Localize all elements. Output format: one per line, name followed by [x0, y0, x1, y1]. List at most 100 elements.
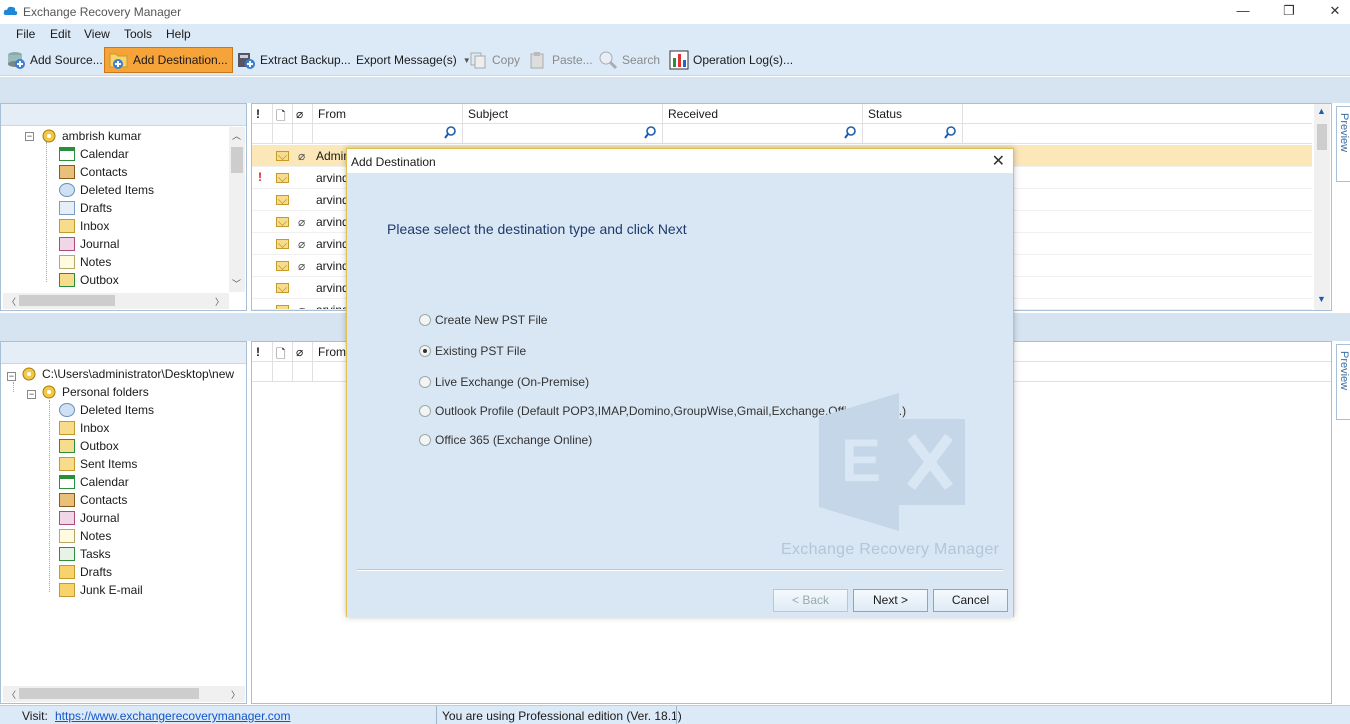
search-icon[interactable]	[844, 126, 857, 139]
gear-folder-icon	[42, 385, 56, 399]
dest-item-sent[interactable]: Sent Items	[59, 455, 137, 473]
export-messages-button[interactable]: Export Message(s) ▼	[352, 47, 475, 73]
dest-item-contacts[interactable]: Contacts	[59, 491, 127, 509]
extract-backup-button[interactable]: Extract Backup...	[232, 47, 355, 73]
add-destination-button[interactable]: Add Destination...	[104, 47, 233, 73]
column-from[interactable]: From	[318, 107, 346, 121]
inbox-icon	[59, 219, 75, 233]
dest-item-outbox[interactable]: Outbox	[59, 437, 119, 455]
search-icon[interactable]	[444, 126, 457, 139]
operation-logs-button[interactable]: Operation Log(s)...	[665, 47, 797, 73]
calendar-icon	[59, 475, 75, 489]
dialog-title: Add Destination	[351, 155, 436, 169]
scroll-down-icon[interactable]: ▼	[1317, 294, 1326, 304]
add-source-button[interactable]: Add Source...	[2, 47, 107, 73]
scroll-right-icon[interactable]: 〉	[215, 295, 224, 308]
source-item-notes[interactable]: Notes	[59, 253, 111, 271]
maximize-button[interactable]: ❐	[1266, 0, 1312, 24]
preview-tab[interactable]: Preview	[1336, 106, 1350, 182]
dest-item-junk[interactable]: Junk E-mail	[59, 581, 143, 599]
source-tree-vscroll[interactable]: ︿ ﹀	[229, 127, 245, 292]
dest-tree-hscroll[interactable]: 〈 〉	[3, 686, 245, 702]
sent-items-icon	[59, 457, 75, 471]
radio-button[interactable]	[419, 314, 431, 326]
grid-vscroll[interactable]: ▲ ▼	[1314, 104, 1330, 310]
source-item-journal[interactable]: Journal	[59, 235, 119, 253]
source-item-inbox[interactable]: Inbox	[59, 217, 109, 235]
menu-tools[interactable]: Tools	[124, 27, 152, 41]
bar-chart-icon	[669, 50, 689, 70]
column-subject[interactable]: Subject	[468, 107, 508, 121]
source-tree-hscroll[interactable]: 〈 〉	[3, 293, 229, 309]
column-status[interactable]: Status	[868, 107, 902, 121]
source-root-expander[interactable]: −	[25, 132, 34, 141]
search-icon[interactable]	[644, 126, 657, 139]
website-link[interactable]: https://www.exchangerecoverymanager.com	[55, 709, 290, 723]
visit-label: Visit:	[22, 709, 48, 723]
drafts-icon	[59, 201, 75, 215]
option-office365[interactable]: Office 365 (Exchange Online)	[419, 433, 592, 447]
scroll-right-icon[interactable]: 〉	[231, 688, 240, 701]
importance-column-icon[interactable]: !	[256, 345, 260, 359]
dest-tree-panel: − C:\Users\administrator\Desktop\new − P…	[0, 341, 247, 704]
copy-button[interactable]: Copy	[464, 47, 524, 73]
source-item-deleted[interactable]: Deleted Items	[59, 181, 154, 199]
attachment-column-icon[interactable]: ⌀	[296, 345, 303, 359]
back-button[interactable]: < Back	[773, 589, 848, 612]
personal-folders-expander[interactable]: −	[27, 390, 36, 399]
dialog-prompt: Please select the destination type and c…	[387, 221, 687, 237]
attachment-column-icon[interactable]: ⌀	[296, 107, 303, 121]
cancel-button[interactable]: Cancel	[933, 589, 1008, 612]
radio-button[interactable]	[419, 376, 431, 388]
scroll-thumb[interactable]	[231, 147, 243, 173]
dest-item-calendar[interactable]: Calendar	[59, 473, 129, 491]
minimize-button[interactable]: —	[1220, 0, 1266, 24]
importance-column-icon[interactable]: !	[256, 107, 260, 121]
scroll-up-icon[interactable]: ▲	[1317, 106, 1326, 116]
close-button[interactable]: ✕	[1312, 0, 1350, 24]
column-from[interactable]: From	[318, 345, 346, 359]
envelope-icon	[276, 195, 289, 205]
gear-folder-icon	[42, 129, 56, 143]
next-button[interactable]: Next >	[853, 589, 928, 612]
option-live-exchange[interactable]: Live Exchange (On-Premise)	[419, 375, 589, 389]
dest-item-journal[interactable]: Journal	[59, 509, 119, 527]
dest-item-notes[interactable]: Notes	[59, 527, 111, 545]
source-item-contacts[interactable]: Contacts	[59, 163, 127, 181]
scroll-thumb[interactable]	[19, 688, 199, 699]
scroll-up-icon[interactable]: ︿	[232, 129, 241, 142]
option-create-new-pst[interactable]: Create New PST File	[419, 313, 547, 327]
search-button[interactable]: Search	[594, 47, 664, 73]
scroll-left-icon[interactable]: 〈	[7, 688, 16, 701]
dest-item-drafts[interactable]: Drafts	[59, 563, 112, 581]
scroll-thumb[interactable]	[19, 295, 115, 306]
radio-button-selected[interactable]	[419, 345, 431, 357]
outbox-icon	[59, 273, 75, 287]
source-root[interactable]: ambrish kumar	[41, 127, 141, 145]
dest-root[interactable]: C:\Users\administrator\Desktop\new	[21, 365, 234, 383]
menu-edit[interactable]: Edit	[50, 27, 71, 41]
dialog-close-icon[interactable]: ✕	[992, 151, 1005, 171]
scroll-thumb[interactable]	[1317, 124, 1327, 150]
scroll-down-icon[interactable]: ﹀	[232, 277, 241, 290]
personal-folders[interactable]: Personal folders	[41, 383, 149, 401]
paste-button[interactable]: Paste...	[524, 47, 597, 73]
source-item-outbox[interactable]: Outbox	[59, 271, 119, 289]
dest-item-deleted[interactable]: Deleted Items	[59, 401, 154, 419]
menu-file[interactable]: File	[16, 27, 35, 41]
window-title: Exchange Recovery Manager	[23, 5, 182, 19]
dest-item-tasks[interactable]: Tasks	[59, 545, 111, 563]
menu-help[interactable]: Help	[166, 27, 191, 41]
scroll-left-icon[interactable]: 〈	[7, 295, 16, 308]
search-icon[interactable]	[944, 126, 957, 139]
source-item-calendar[interactable]: Calendar	[59, 145, 129, 163]
dest-item-inbox[interactable]: Inbox	[59, 419, 109, 437]
radio-button[interactable]	[419, 405, 431, 417]
menu-view[interactable]: View	[84, 27, 110, 41]
option-existing-pst[interactable]: Existing PST File	[419, 344, 526, 358]
column-received[interactable]: Received	[668, 107, 718, 121]
radio-button[interactable]	[419, 434, 431, 446]
dest-root-expander[interactable]: −	[7, 372, 16, 381]
preview-tab[interactable]: Preview	[1336, 344, 1350, 420]
source-item-drafts[interactable]: Drafts	[59, 199, 112, 217]
